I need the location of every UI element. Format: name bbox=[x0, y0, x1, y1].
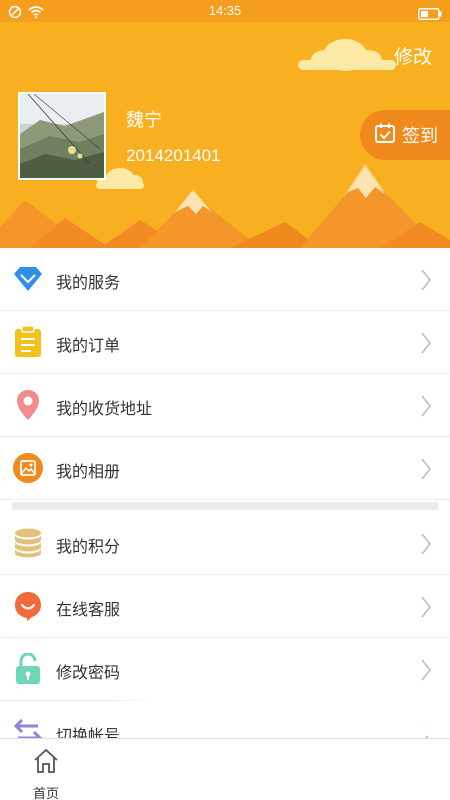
bottom-tab-bar: 首页 bbox=[0, 738, 450, 800]
chevron-right-icon bbox=[420, 331, 432, 359]
menu-item-label: 我的相册 bbox=[56, 462, 121, 481]
location-pin-icon bbox=[12, 389, 44, 421]
clipboard-icon bbox=[12, 326, 44, 358]
menu-item-my-address[interactable]: 我的收货地址 bbox=[0, 374, 450, 437]
menu-item-my-points[interactable]: 我的积分 bbox=[0, 512, 450, 575]
menu-item-online-support[interactable]: 在线客服 bbox=[0, 575, 450, 638]
chevron-right-icon bbox=[420, 658, 432, 686]
menu-item-label: 我的收货地址 bbox=[56, 399, 153, 418]
chat-bubble-icon bbox=[12, 590, 44, 622]
status-bar: 14:35 bbox=[0, 0, 450, 22]
menu-list: 我的服务 我的订单 我的收货地址 我的相册 我的积分 在线客服 修改密码 切换帐… bbox=[0, 248, 450, 764]
menu-item-my-orders[interactable]: 我的订单 bbox=[0, 311, 450, 374]
menu-item-label: 修改密码 bbox=[56, 663, 121, 682]
profile-header: 修改 魏宁 2014201401 签到 bbox=[0, 22, 450, 248]
menu-item-label: 我的服务 bbox=[56, 273, 121, 292]
user-name: 魏宁 bbox=[126, 110, 162, 131]
chevron-right-icon bbox=[420, 595, 432, 623]
chevron-right-icon bbox=[420, 457, 432, 485]
home-icon bbox=[34, 748, 58, 773]
overlay-smear bbox=[110, 700, 450, 736]
menu-item-label: 在线客服 bbox=[56, 600, 121, 619]
menu-item-my-album[interactable]: 我的相册 bbox=[0, 437, 450, 500]
avatar-photo bbox=[20, 94, 104, 178]
chevron-right-icon bbox=[420, 394, 432, 422]
user-id: 2014201401 bbox=[126, 146, 221, 165]
avatar[interactable] bbox=[18, 92, 106, 180]
chevron-right-icon bbox=[420, 532, 432, 560]
checkin-label: 签到 bbox=[402, 126, 438, 147]
checkin-button[interactable]: 签到 bbox=[360, 110, 450, 160]
menu-item-label: 我的订单 bbox=[56, 336, 121, 355]
tab-home-label: 首页 bbox=[32, 787, 59, 800]
calendar-check-icon bbox=[374, 122, 396, 149]
clock: 14:35 bbox=[208, 3, 242, 18]
edit-profile-link[interactable]: 修改 bbox=[394, 42, 432, 69]
menu-item-my-services[interactable]: 我的服务 bbox=[0, 248, 450, 311]
coins-icon bbox=[12, 527, 44, 559]
menu-item-change-password[interactable]: 修改密码 bbox=[0, 638, 450, 701]
chevron-right-icon bbox=[420, 268, 432, 296]
unlock-icon bbox=[12, 653, 44, 685]
tab-home[interactable]: 首页 bbox=[20, 745, 72, 800]
menu-item-label: 我的积分 bbox=[56, 537, 121, 556]
photo-icon bbox=[12, 452, 44, 484]
diamond-icon bbox=[12, 263, 44, 295]
section-divider bbox=[0, 500, 450, 512]
